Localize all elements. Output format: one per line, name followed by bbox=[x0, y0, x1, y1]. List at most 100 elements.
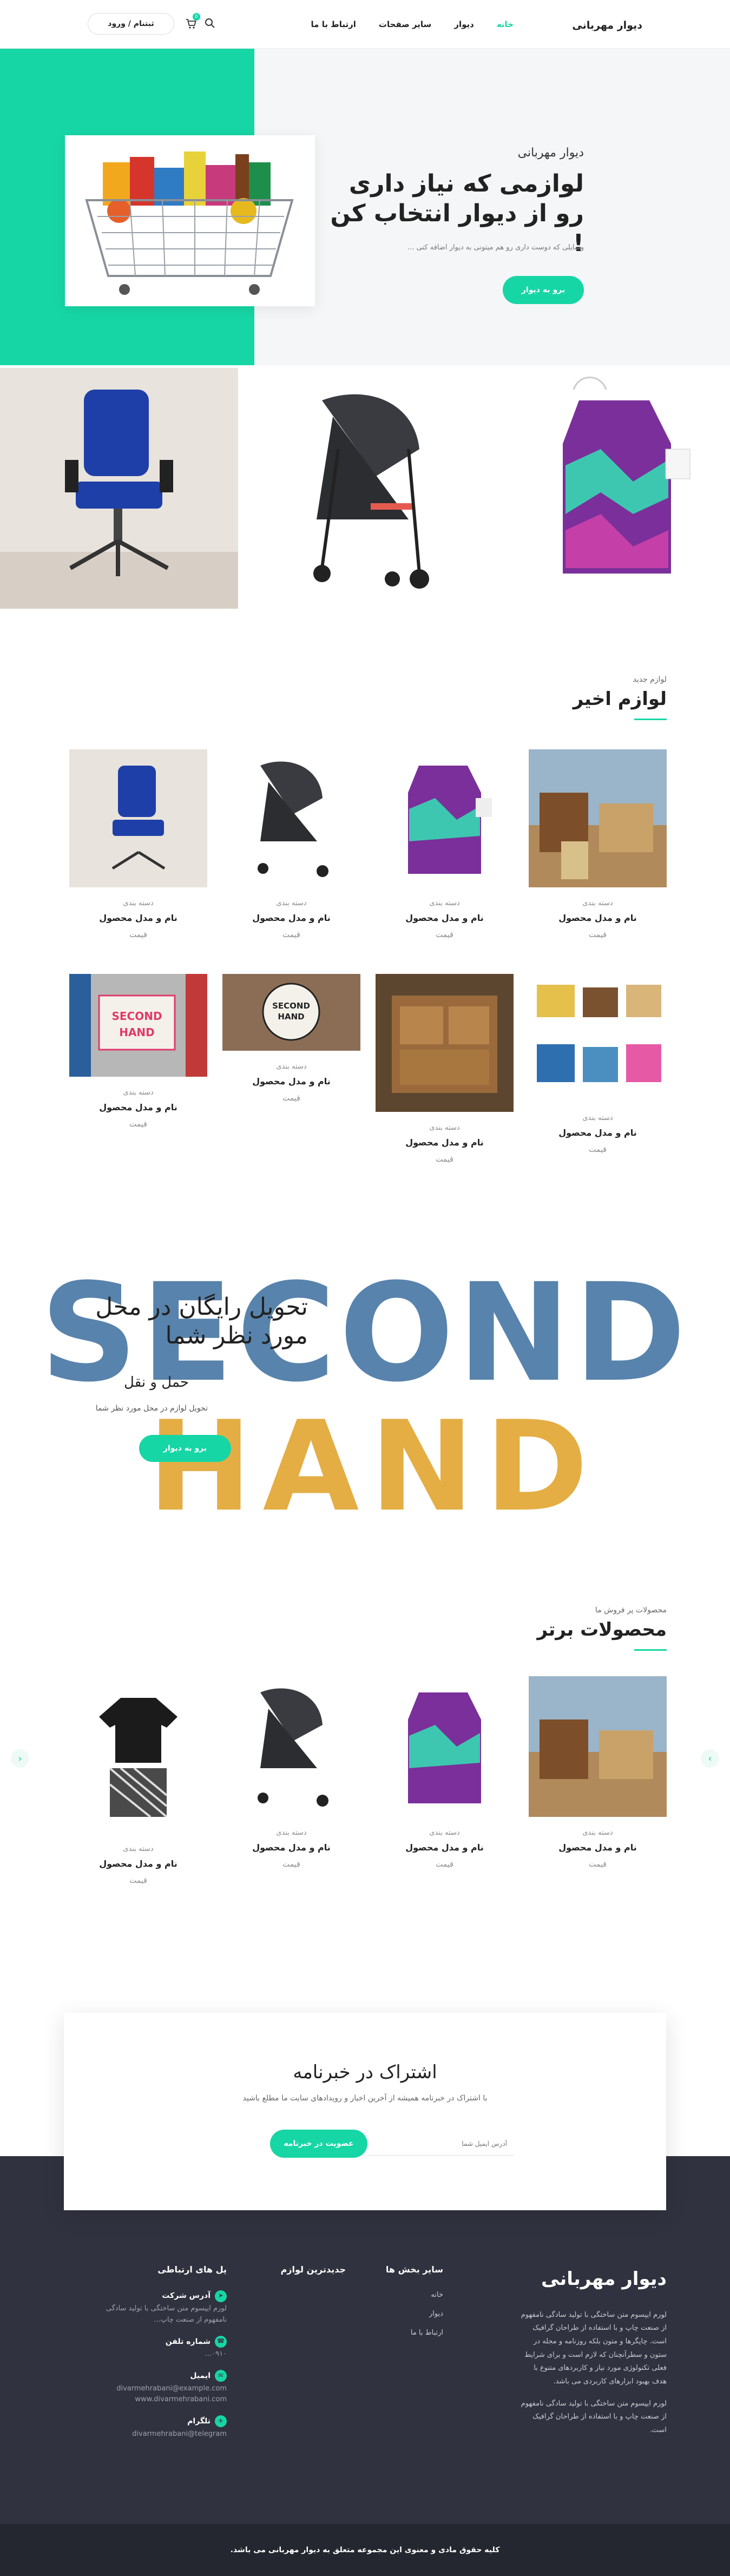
product-card[interactable]: دسته بندی نام و مدل محصول قیمت bbox=[222, 1676, 360, 1869]
newsletter-subscribe-button[interactable]: عضویت در خبرنامه bbox=[270, 2130, 367, 2158]
delivery-subtitle: حمل و نقل bbox=[124, 1374, 189, 1391]
footer-link-divar[interactable]: دیوار bbox=[367, 2308, 443, 2321]
product-card[interactable]: دسته بندی نام و مدل محصول قیمت bbox=[222, 749, 360, 939]
location-icon: ➤ bbox=[215, 2290, 227, 2302]
nav-divar[interactable]: دیوار bbox=[454, 19, 474, 29]
product-name[interactable]: نام و مدل محصول bbox=[529, 1842, 667, 1853]
newsletter-description: با اشتراک در خبرنامه همیشه از آخرین اخبا… bbox=[242, 2094, 488, 2103]
footer-link-contact[interactable]: ارتباط با ما bbox=[367, 2327, 443, 2340]
product-image-furniture[interactable] bbox=[529, 1676, 667, 1817]
footer-latest-column: جدیدترین لوازم bbox=[259, 2262, 346, 2289]
contact-label: شماره تلفن bbox=[165, 2337, 211, 2346]
footer-sections-column: سایر بخش ها خانه دیوار ارتباط با ما bbox=[367, 2262, 443, 2345]
product-name[interactable]: نام و مدل محصول bbox=[529, 913, 667, 923]
contact-value: لورم ایپسوم متن ساختگی با تولید سادگی نا… bbox=[106, 2304, 227, 2324]
copyright-bar: کلیه حقوق مادی و معنوی این مجموعه متعلق … bbox=[0, 2524, 730, 2576]
newsletter-email-input[interactable] bbox=[367, 2132, 514, 2156]
nav-other-pages[interactable]: سایر صفحات bbox=[379, 19, 431, 29]
product-price: قیمت bbox=[129, 931, 147, 939]
product-card[interactable]: دسته بندی نام و مدل محصول قیمت bbox=[529, 1676, 667, 1869]
product-card[interactable]: دسته بندی نام و مدل محصول قیمت bbox=[376, 1676, 514, 1869]
footer-contact-column: پل های ارتباطی ➤ آدرس شرکت لورم ایپسوم مت… bbox=[97, 2262, 227, 2449]
product-category: دسته بندی bbox=[582, 1114, 613, 1122]
product-image-second-hand-sign[interactable]: SECOND HAND bbox=[222, 974, 360, 1051]
product-image-office-chair[interactable] bbox=[69, 749, 207, 887]
product-price: قیمت bbox=[129, 1876, 147, 1885]
banner-office-chair[interactable] bbox=[0, 368, 238, 609]
contact-label: آدرس شرکت bbox=[162, 2291, 211, 2301]
product-name[interactable]: نام و مدل محصول bbox=[376, 913, 514, 923]
carousel-prev-arrow[interactable]: ‹ bbox=[11, 1749, 29, 1768]
product-card[interactable]: دسته بندی نام و مدل محصول قیمت bbox=[376, 749, 514, 939]
product-image-cabinet[interactable] bbox=[376, 974, 514, 1112]
product-name[interactable]: نام و مدل محصول bbox=[69, 1102, 207, 1112]
newsletter-title: اشتراک در خبرنامه bbox=[293, 2061, 437, 2083]
banner-swimsuit[interactable] bbox=[492, 368, 730, 609]
product-image-handbags[interactable] bbox=[529, 974, 667, 1102]
contact-value[interactable]: divarmehrabani@telegram bbox=[97, 2429, 227, 2440]
product-name[interactable]: نام و مدل محصول bbox=[69, 1859, 207, 1869]
site-header: دیوار مهربانی خانه دیوار سایر صفحات ارتب… bbox=[0, 0, 730, 49]
footer-link-home[interactable]: خانه bbox=[367, 2289, 443, 2302]
product-name[interactable]: نام و مدل محصول bbox=[376, 1842, 514, 1853]
footer-contact-title: پل های ارتباطی bbox=[157, 2264, 227, 2275]
hero-go-to-divar-button[interactable]: برو به دیوار bbox=[503, 276, 584, 304]
product-price: قیمت bbox=[129, 1120, 147, 1129]
delivery-go-to-divar-button[interactable]: برو به دیوار bbox=[139, 1435, 231, 1462]
product-name[interactable]: نام و مدل محصول bbox=[376, 1137, 514, 1148]
product-category: دسته بندی bbox=[123, 1089, 154, 1097]
nav-contact[interactable]: ارتباط با ما bbox=[311, 19, 356, 29]
product-price: قیمت bbox=[282, 931, 300, 939]
phone-icon: ☎ bbox=[215, 2335, 227, 2348]
product-category: دسته بندی bbox=[123, 899, 154, 907]
product-image-stroller[interactable] bbox=[222, 1676, 360, 1817]
svg-text:HAND: HAND bbox=[278, 1012, 304, 1022]
product-category: دسته بندی bbox=[123, 1845, 154, 1853]
product-image-clothes-rack[interactable]: SECOND HAND bbox=[69, 974, 207, 1077]
hero-description: وسایلی که دوست داری رو هم میتونی به دیوا… bbox=[407, 243, 584, 252]
recent-section-kicker: لوازم جدید bbox=[633, 675, 667, 684]
footer-about-text-2: لورم ایپسوم متن ساختگی با تولید سادگی نا… bbox=[521, 2399, 667, 2435]
product-category: دسته بندی bbox=[582, 1829, 613, 1837]
login-register-button[interactable]: ثبتنام / ورود bbox=[88, 13, 174, 35]
product-price: قیمت bbox=[589, 931, 607, 939]
product-name[interactable]: نام و مدل محصول bbox=[222, 913, 360, 923]
mail-icon: ✉ bbox=[215, 2370, 227, 2382]
hero-section: دیوار مهربانی لوازمی که نیاز داری رو از … bbox=[0, 49, 730, 365]
product-price: قیمت bbox=[436, 1155, 453, 1164]
nav-home[interactable]: خانه bbox=[497, 19, 514, 29]
product-image-furniture[interactable] bbox=[529, 749, 667, 887]
site-logo[interactable]: دیوار مهربانی bbox=[572, 19, 642, 31]
product-card[interactable]: دسته بندی نام و مدل محصول قیمت bbox=[69, 1676, 207, 1885]
product-category: دسته بندی bbox=[429, 1829, 460, 1837]
newsletter-card: اشتراک در خبرنامه با اشتراک در خبرنامه ه… bbox=[64, 2013, 666, 2210]
product-image-outfit[interactable] bbox=[69, 1676, 207, 1833]
product-name[interactable]: نام و مدل محصول bbox=[222, 1842, 360, 1853]
product-card[interactable]: دسته بندی نام و مدل محصول قیمت bbox=[529, 749, 667, 939]
svg-text:SECOND: SECOND bbox=[272, 1001, 310, 1011]
product-image-stroller[interactable] bbox=[222, 749, 360, 887]
product-category: دسته بندی bbox=[582, 899, 613, 907]
footer-brand: دیوار مهربانی bbox=[541, 2268, 667, 2290]
recent-section-title: لوازم اخیر bbox=[573, 688, 667, 710]
svg-text:HAND: HAND bbox=[119, 1026, 155, 1039]
product-card[interactable]: دسته بندی نام و مدل محصول قیمت bbox=[529, 974, 667, 1154]
svg-text:HAND: HAND bbox=[148, 1395, 599, 1531]
product-category: دسته بندی bbox=[276, 1829, 307, 1837]
product-image-swimsuit[interactable] bbox=[376, 749, 514, 887]
carousel-next-arrow[interactable]: › bbox=[701, 1749, 719, 1768]
product-card[interactable]: دسته بندی نام و مدل محصول قیمت bbox=[69, 749, 207, 939]
product-card[interactable]: SECOND HAND دسته بندی نام و مدل محصول قیم… bbox=[69, 974, 207, 1129]
product-name[interactable]: نام و مدل محصول bbox=[69, 913, 207, 923]
contact-value[interactable]: divarmehrabani@example.com www.divarmehr… bbox=[97, 2383, 227, 2406]
product-card[interactable]: دسته بندی نام و مدل محصول قیمت bbox=[376, 974, 514, 1164]
search-icon[interactable] bbox=[205, 18, 215, 29]
banner-stroller[interactable] bbox=[246, 368, 484, 609]
product-image-swimsuit[interactable] bbox=[376, 1676, 514, 1817]
svg-text:SECOND: SECOND bbox=[111, 1010, 162, 1023]
product-name[interactable]: نام و مدل محصول bbox=[222, 1076, 360, 1086]
product-name[interactable]: نام و مدل محصول bbox=[529, 1128, 667, 1138]
product-card[interactable]: SECOND HAND دسته بندی نام و مدل محصول قیم… bbox=[222, 974, 360, 1103]
product-price: قیمت bbox=[589, 1145, 607, 1154]
footer-sections-title: سایر بخش ها bbox=[385, 2264, 443, 2275]
